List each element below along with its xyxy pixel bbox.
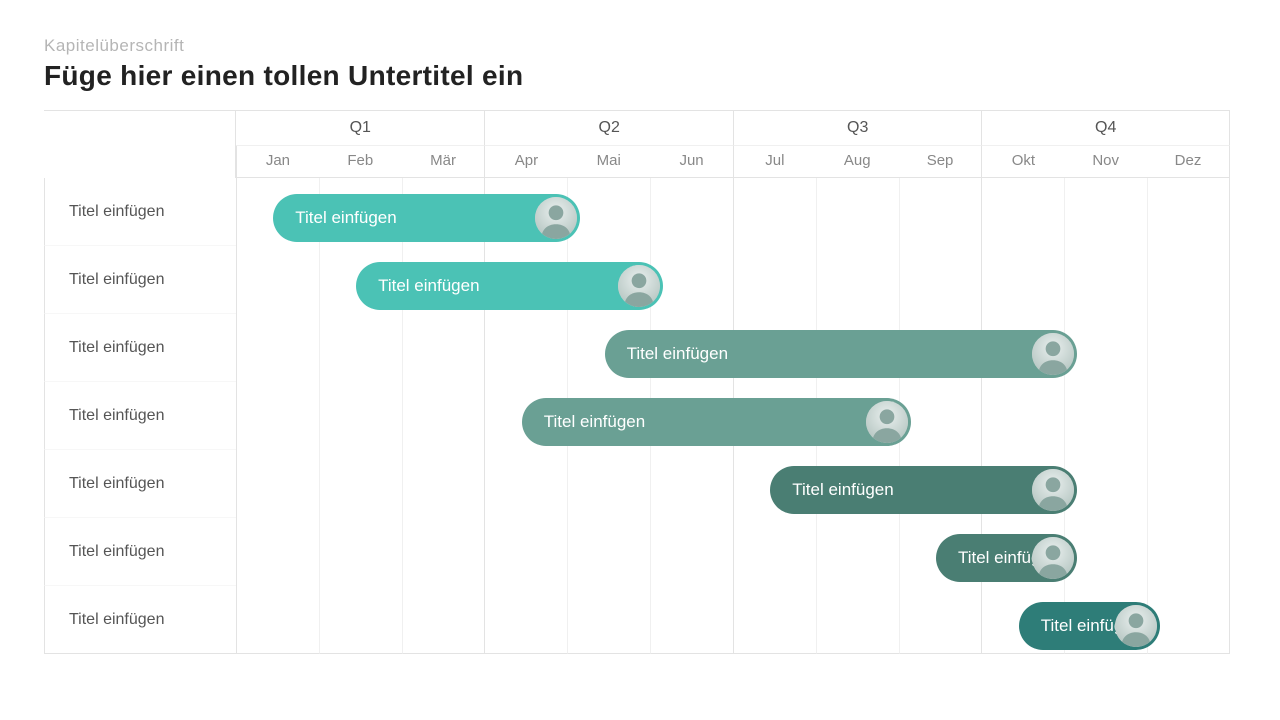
avatar-icon (1032, 469, 1074, 511)
gantt-bar[interactable]: Titel einfügen (605, 330, 1077, 378)
page-title: Füge hier einen tollen Untertitel ein (44, 60, 1236, 92)
row-label: Titel einfügen (44, 382, 236, 450)
month-header: Dez (1147, 146, 1230, 178)
row-label: Titel einfügen (44, 178, 236, 246)
month-header: Nov (1064, 146, 1147, 178)
month-header: Jun (650, 146, 733, 178)
gantt-bar[interactable]: Titel einfügen (770, 466, 1076, 514)
row-label: Titel einfügen (44, 246, 236, 314)
row-label: Titel einfügen (44, 314, 236, 382)
quarter-header: Q2 (484, 110, 732, 146)
month-header: Sep (899, 146, 982, 178)
gantt-bar[interactable]: Titel einfügen (522, 398, 911, 446)
kicker-text: Kapitelüberschrift (44, 36, 1236, 56)
quarter-header: Q1 (236, 110, 484, 146)
avatar-icon (618, 265, 660, 307)
bar-label: Titel einfügen (295, 208, 396, 228)
gantt-bar[interactable]: Titel einfügen (356, 262, 662, 310)
quarter-header: Q3 (733, 110, 981, 146)
gantt-bar[interactable]: Titel einfügen (1019, 602, 1160, 650)
bar-label: Titel einfügen (544, 412, 645, 432)
bar-label: Titel einfügen (627, 344, 728, 364)
month-header: Jul (733, 146, 816, 178)
gantt-chart: Q1Q2Q3Q4 JanFebMärAprMaiJunJulAugSepOktNo… (44, 110, 1236, 654)
month-header: Feb (319, 146, 402, 178)
bar-label: Titel einfügen (792, 480, 893, 500)
avatar-icon (866, 401, 908, 443)
month-header: Aug (816, 146, 899, 178)
gantt-bar[interactable]: Titel einfügen (273, 194, 579, 242)
avatar-icon (1032, 333, 1074, 375)
row-label: Titel einfügen (44, 586, 236, 654)
row-label: Titel einfügen (44, 450, 236, 518)
avatar-icon (535, 197, 577, 239)
month-header: Mär (402, 146, 485, 178)
month-header: Apr (484, 146, 567, 178)
month-header: Okt (981, 146, 1064, 178)
quarter-header: Q4 (981, 110, 1229, 146)
row-label: Titel einfügen (44, 518, 236, 586)
bar-label: Titel einfügen (378, 276, 479, 296)
avatar-icon (1032, 537, 1074, 579)
gantt-bar[interactable]: Titel einfügen (936, 534, 1077, 582)
month-header: Jan (236, 146, 319, 178)
month-header: Mai (567, 146, 650, 178)
avatar-icon (1115, 605, 1157, 647)
